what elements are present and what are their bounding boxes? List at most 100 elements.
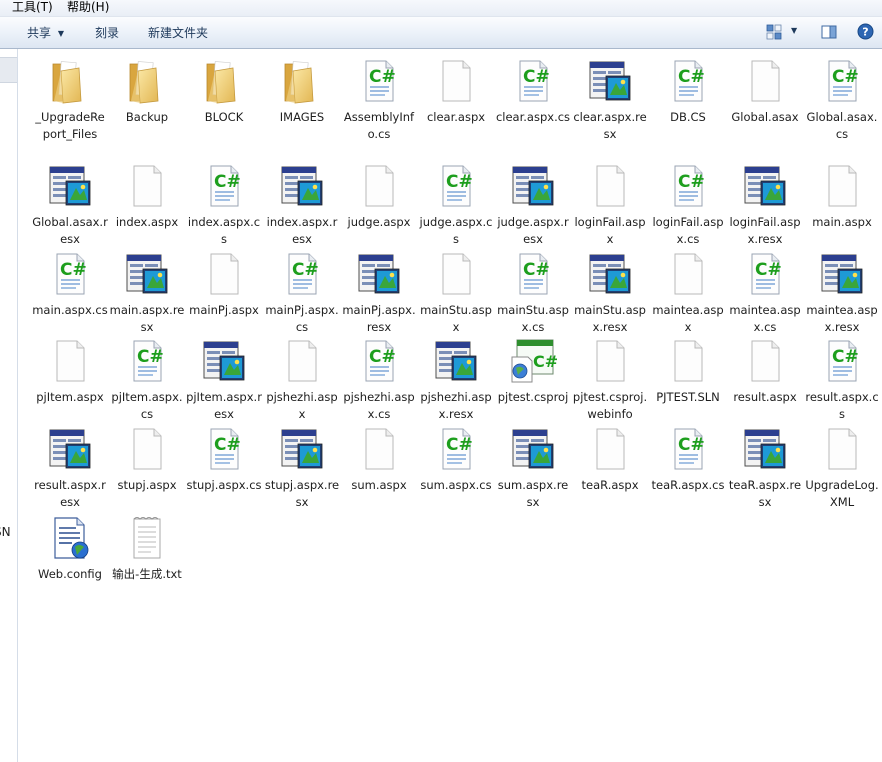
file-item[interactable]: teaR.aspx — [572, 425, 648, 513]
file-item[interactable]: pjItem.aspx.resx — [186, 337, 262, 425]
file-item[interactable]: C# clear.aspx.cs — [495, 57, 571, 145]
file-item[interactable]: C# DB.CS — [650, 57, 726, 145]
file-name-label: teaR.aspx.cs — [651, 478, 725, 492]
resx-file-icon — [741, 425, 789, 473]
file-item[interactable]: C# loginFail.aspx.cs — [650, 162, 726, 250]
file-item[interactable]: UpgradeLog.XML — [804, 425, 880, 513]
file-name-label: Global.asax.cs — [806, 110, 878, 141]
file-item[interactable]: Backup — [109, 57, 185, 145]
csharp-file-icon: C# — [509, 57, 557, 105]
file-name-label: index.aspx — [115, 215, 179, 229]
file-item[interactable]: C# pjtest.csproj — [495, 337, 571, 425]
file-item[interactable]: C# mainPj.aspx.cs — [264, 250, 340, 338]
svg-text:C#: C# — [60, 260, 87, 280]
file-item[interactable]: C# pjItem.aspx.cs — [109, 337, 185, 425]
file-item[interactable]: PJTEST.SLN — [650, 337, 726, 425]
file-list-view[interactable]: _UpgradeReport_Files Backup BLOCK IMAGES C# A… — [18, 49, 882, 762]
file-item[interactable]: teaR.aspx.resx — [727, 425, 803, 513]
file-item[interactable]: mainStu.aspx.resx — [572, 250, 648, 338]
file-name-label: Global.asax.resx — [32, 215, 108, 246]
folder-icon — [123, 57, 171, 105]
config-file-icon — [46, 514, 94, 562]
file-item[interactable]: index.aspx.resx — [264, 162, 340, 250]
file-item[interactable]: sum.aspx.resx — [495, 425, 571, 513]
file-item[interactable]: Global.asax — [727, 57, 803, 145]
file-item[interactable]: mainStu.aspx — [418, 250, 494, 338]
menu-tools[interactable]: 工具(T) — [12, 0, 53, 14]
view-dropdown-chevron-icon[interactable]: ▼ — [791, 26, 797, 35]
file-item[interactable]: BLOCK — [186, 57, 262, 145]
file-name-label: result.aspx — [733, 390, 797, 404]
file-item[interactable]: mainPj.aspx.resx — [341, 250, 417, 338]
file-name-label: main.aspx.cs — [32, 303, 108, 317]
navigation-pane[interactable]: SN — [0, 49, 18, 762]
nav-selected-item[interactable] — [0, 57, 17, 83]
nav-item-label[interactable]: SN — [0, 525, 11, 539]
svg-text:C#: C# — [292, 260, 319, 280]
file-item[interactable]: C# pjshezhi.aspx.cs — [341, 337, 417, 425]
file-name-label: UpgradeLog.XML — [805, 478, 879, 509]
file-item[interactable]: C# mainStu.aspx.cs — [495, 250, 571, 338]
preview-pane-icon[interactable] — [821, 24, 837, 40]
blank-file-icon — [664, 250, 712, 298]
file-item[interactable]: C# stupj.aspx.cs — [186, 425, 262, 513]
file-item[interactable]: result.aspx — [727, 337, 803, 425]
svg-text:C#: C# — [137, 347, 164, 367]
resx-file-icon — [818, 250, 866, 298]
view-options-icon[interactable] — [766, 24, 782, 40]
share-button[interactable]: 共享 ▼ — [27, 25, 64, 42]
file-item[interactable]: C# AssemblyInfo.cs — [341, 57, 417, 145]
file-item[interactable]: maintea.aspx — [650, 250, 726, 338]
file-name-label: mainPj.aspx.resx — [342, 303, 416, 334]
file-item[interactable]: main.aspx — [804, 162, 880, 250]
file-item[interactable]: clear.aspx — [418, 57, 494, 145]
blank-file-icon — [741, 337, 789, 385]
file-item[interactable]: C# Global.asax.cs — [804, 57, 880, 145]
file-name-label: loginFail.aspx — [574, 215, 646, 246]
file-item[interactable]: C# index.aspx.cs — [186, 162, 262, 250]
file-item[interactable]: index.aspx — [109, 162, 185, 250]
file-item[interactable]: _UpgradeReport_Files — [32, 57, 108, 145]
file-item[interactable]: Web.config — [32, 514, 108, 602]
file-item[interactable]: IMAGES — [264, 57, 340, 145]
file-item[interactable]: result.aspx.resx — [32, 425, 108, 513]
file-name-label: mainStu.aspx.cs — [497, 303, 569, 334]
file-item[interactable]: C# result.aspx.cs — [804, 337, 880, 425]
file-item[interactable]: pjtest.csproj.webinfo — [572, 337, 648, 425]
file-item[interactable]: judge.aspx.resx — [495, 162, 571, 250]
file-item[interactable]: mainPj.aspx — [186, 250, 262, 338]
file-item[interactable]: pjshezhi.aspx.resx — [418, 337, 494, 425]
file-item[interactable]: loginFail.aspx — [572, 162, 648, 250]
file-item[interactable]: stupj.aspx — [109, 425, 185, 513]
file-item[interactable]: C# teaR.aspx.cs — [650, 425, 726, 513]
file-item[interactable]: loginFail.aspx.resx — [727, 162, 803, 250]
new-folder-button[interactable]: 新建文件夹 — [148, 25, 208, 41]
file-name-label: Global.asax — [731, 110, 799, 124]
folder-icon — [200, 57, 248, 105]
file-item[interactable]: C# sum.aspx.cs — [418, 425, 494, 513]
file-item[interactable]: judge.aspx — [341, 162, 417, 250]
file-item[interactable]: pjshezhi.aspx — [264, 337, 340, 425]
file-item[interactable]: maintea.aspx.resx — [804, 250, 880, 338]
file-item[interactable]: stupj.aspx.resx — [264, 425, 340, 513]
resx-file-icon — [741, 162, 789, 210]
file-item[interactable]: clear.aspx.resx — [572, 57, 648, 145]
file-item[interactable]: main.aspx.resx — [109, 250, 185, 338]
csharp-file-icon: C# — [664, 425, 712, 473]
blank-file-icon — [664, 337, 712, 385]
file-item[interactable]: sum.aspx — [341, 425, 417, 513]
file-item[interactable]: C# maintea.aspx.cs — [727, 250, 803, 338]
file-item[interactable]: 输出-生成.txt — [109, 514, 185, 602]
file-item[interactable]: C# main.aspx.cs — [32, 250, 108, 338]
file-name-label: Web.config — [38, 567, 102, 581]
help-icon[interactable]: ? — [857, 23, 874, 40]
burn-button[interactable]: 刻录 — [95, 25, 119, 41]
file-item[interactable]: C# judge.aspx.cs — [418, 162, 494, 250]
file-item[interactable]: pjItem.aspx — [32, 337, 108, 425]
file-item[interactable]: Global.asax.resx — [32, 162, 108, 250]
menu-help[interactable]: 帮助(H) — [67, 0, 109, 14]
blank-file-icon — [355, 425, 403, 473]
csharp-file-icon: C# — [741, 250, 789, 298]
file-name-label: DB.CS — [670, 110, 706, 124]
file-name-label: stupj.aspx — [117, 478, 177, 492]
